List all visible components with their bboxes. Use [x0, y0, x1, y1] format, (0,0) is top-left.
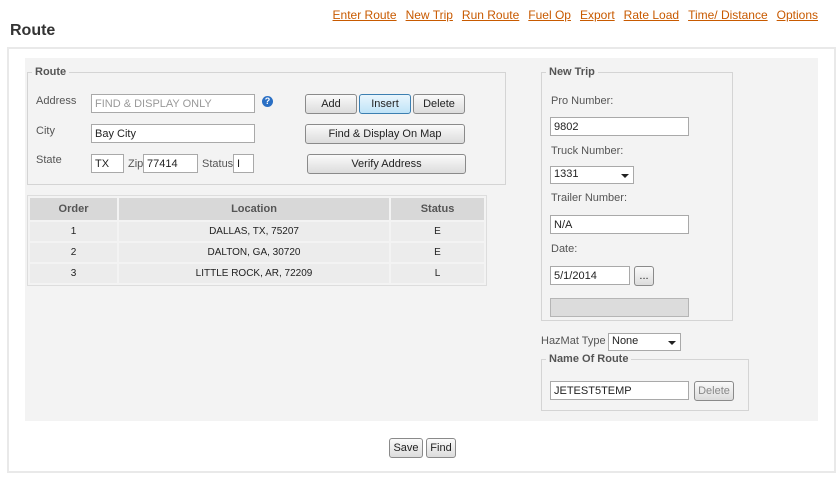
status-cell: L — [391, 264, 484, 283]
status-label: Status — [202, 158, 234, 170]
truck-number-value: 1331 — [554, 168, 579, 180]
truck-number-label: Truck Number: — [551, 145, 624, 157]
table-row[interactable]: 1 DALLAS, TX, 75207 E — [30, 222, 484, 241]
city-input[interactable] — [91, 124, 255, 143]
nav-fuel-op[interactable]: Fuel Op — [528, 8, 571, 22]
hazmat-type-value: None — [612, 335, 639, 347]
new-trip-legend: New Trip — [549, 66, 595, 78]
status-cell: E — [391, 222, 484, 241]
nav-enter-route[interactable]: Enter Route — [333, 8, 397, 22]
delete-route-name-button[interactable]: Delete — [694, 381, 734, 401]
location-cell: LITTLE ROCK, AR, 72209 — [119, 264, 389, 283]
nav-run-route[interactable]: Run Route — [462, 8, 519, 22]
top-navigation: Enter Route New Trip Run Route Fuel Op E… — [333, 8, 818, 22]
hazmat-type-select[interactable]: None — [608, 333, 681, 351]
state-label: State — [36, 154, 62, 166]
date-label: Date: — [551, 243, 578, 255]
pro-number-label: Pro Number: — [551, 95, 614, 107]
status-input[interactable] — [233, 154, 254, 173]
zip-input[interactable] — [143, 154, 198, 173]
address-label: Address — [36, 95, 77, 107]
location-cell: DALTON, GA, 30720 — [119, 243, 389, 262]
nav-rate-load[interactable]: Rate Load — [624, 8, 679, 22]
table-row[interactable]: 3 LITTLE ROCK, AR, 72209 L — [30, 264, 484, 283]
trip-submit-bar[interactable] — [550, 298, 689, 317]
location-cell: DALLAS, TX, 75207 — [119, 222, 389, 241]
date-picker-button[interactable]: ... — [634, 266, 654, 286]
address-input[interactable] — [91, 94, 255, 113]
page-title: Route — [10, 22, 56, 39]
nav-export[interactable]: Export — [580, 8, 615, 22]
route-legend: Route — [35, 66, 67, 78]
nav-new-trip[interactable]: New Trip — [406, 8, 453, 22]
pro-number-input[interactable] — [550, 117, 689, 136]
chevron-down-icon — [668, 341, 676, 345]
question-circle-icon[interactable]: ? — [262, 96, 273, 107]
hazmat-type-label: HazMat Type — [541, 335, 606, 347]
save-button[interactable]: Save — [389, 438, 423, 458]
date-input[interactable] — [550, 266, 630, 285]
find-button[interactable]: Find — [426, 438, 456, 458]
route-name-input[interactable] — [550, 381, 689, 400]
order-column-header[interactable]: Order — [30, 198, 117, 220]
insert-button[interactable]: Insert — [359, 94, 411, 114]
table-row[interactable]: 2 DALTON, GA, 30720 E — [30, 243, 484, 262]
truck-number-select[interactable]: 1331 — [550, 166, 634, 184]
trailer-number-input[interactable] — [550, 215, 689, 234]
order-cell: 3 — [30, 264, 117, 283]
status-cell: E — [391, 243, 484, 262]
status-column-header[interactable]: Status — [391, 198, 484, 220]
order-cell: 1 — [30, 222, 117, 241]
table-header-row: Order Location Status — [30, 198, 484, 220]
add-button[interactable]: Add — [305, 94, 357, 114]
find-display-on-map-button[interactable]: Find & Display On Map — [305, 124, 465, 144]
order-cell: 2 — [30, 243, 117, 262]
route-table: Order Location Status 1 DALLAS, TX, 7520… — [27, 195, 487, 286]
nav-time-distance[interactable]: Time/ Distance — [688, 8, 768, 22]
zip-label: Zip — [128, 158, 144, 170]
nav-options[interactable]: Options — [777, 8, 818, 22]
name-of-route-legend: Name Of Route — [549, 353, 629, 365]
city-label: City — [36, 125, 55, 137]
state-input[interactable] — [91, 154, 124, 173]
verify-address-button[interactable]: Verify Address — [307, 154, 466, 174]
delete-button[interactable]: Delete — [413, 94, 465, 114]
chevron-down-icon — [621, 174, 629, 178]
trailer-number-label: Trailer Number: — [551, 192, 627, 204]
location-column-header[interactable]: Location — [119, 198, 389, 220]
